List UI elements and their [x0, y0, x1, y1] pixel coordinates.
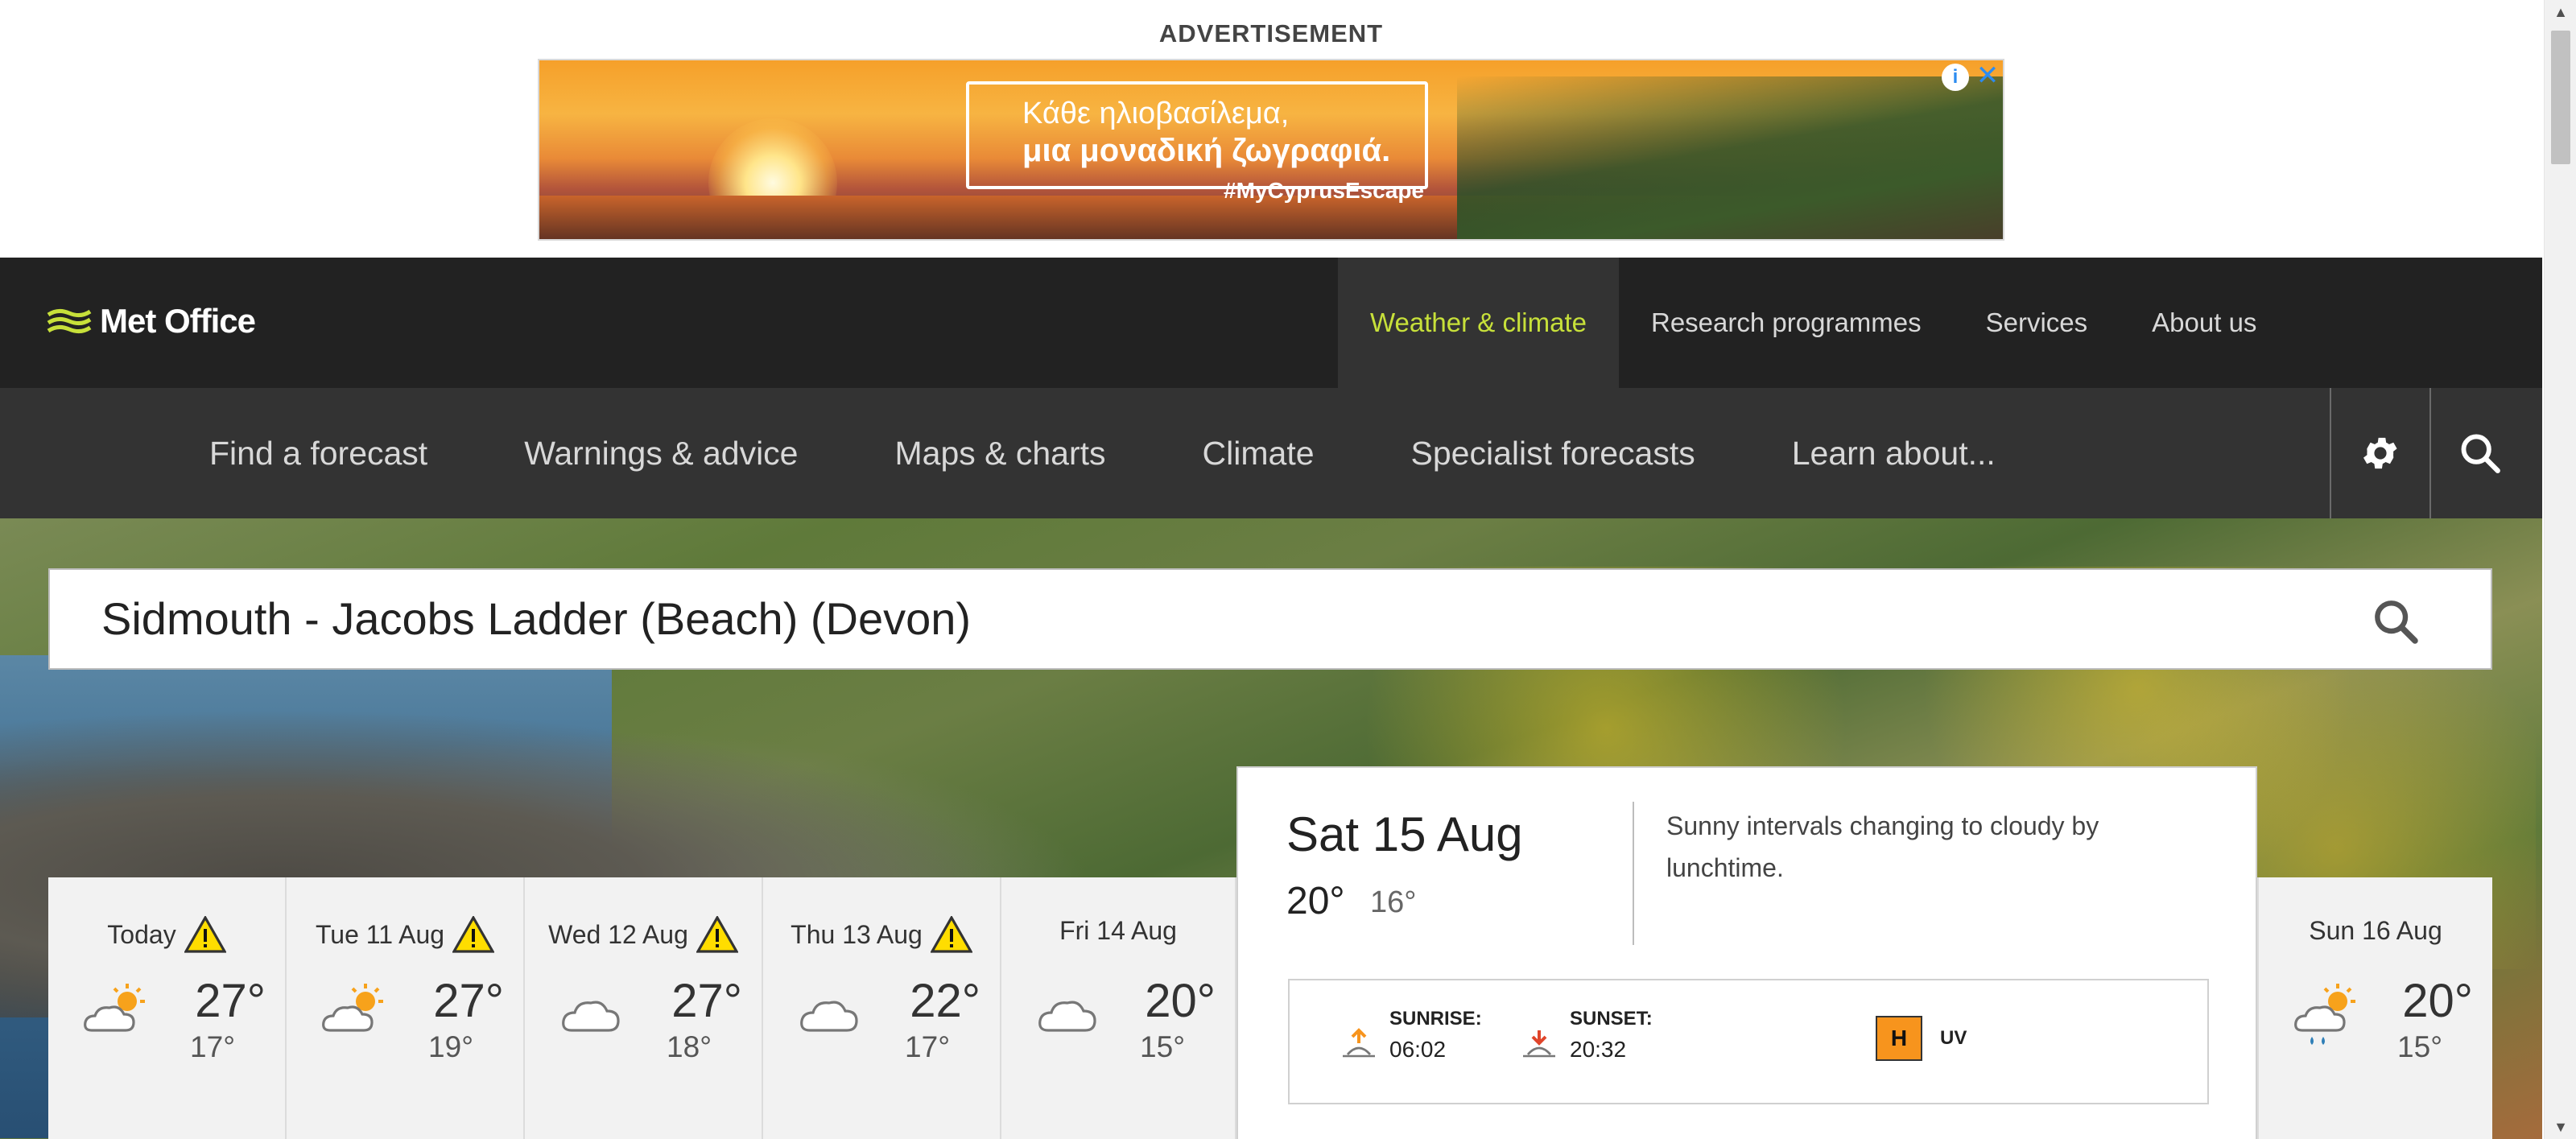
ad-headline-line1: Κάθε ηλιοβασίλεμα, [1022, 97, 1290, 130]
settings-button[interactable] [2330, 388, 2429, 518]
sunny-intervals-icon [84, 984, 145, 1032]
sunset-icon [1523, 1030, 1555, 1058]
uv-index-badge: H [1876, 1016, 1922, 1061]
location-search-value: Sidmouth - Jacobs Ladder (Beach) (Devon) [101, 593, 972, 644]
day-high-temp: 27° [195, 975, 266, 1027]
day-label: Tue 11 Aug [315, 919, 445, 949]
location-search-input[interactable]: Sidmouth - Jacobs Ladder (Beach) (Devon) [48, 568, 2492, 670]
day-tab-wed[interactable]: Wed 12 Aug 27° 18° [525, 877, 763, 1139]
page-scrollbar[interactable]: ▲ ▼ [2544, 0, 2576, 1139]
selected-day-low-temp: 16° [1370, 885, 1417, 919]
search-icon [2461, 434, 2500, 473]
warning-icon[interactable] [696, 916, 738, 953]
day-label: Sun 16 Aug [2309, 916, 2442, 945]
day-label: Wed 12 Aug [548, 919, 688, 949]
scroll-down-arrow[interactable]: ▼ [2545, 1115, 2576, 1139]
search-button[interactable] [2429, 388, 2529, 518]
selected-day-high-temp: 20° [1286, 880, 1345, 922]
day-label: Fri 14 Aug [1059, 916, 1177, 945]
search-icon[interactable] [2370, 596, 2421, 647]
day-low-temp: 18° [667, 1030, 712, 1063]
sun-uv-panel: SUNRISE: 06:02 SUNSET: 20:32 H UV [1288, 979, 2209, 1104]
top-nav: Weather & climate Research programmes Se… [1338, 258, 2289, 388]
close-icon[interactable]: ✕ [1972, 60, 2003, 91]
nav-climate[interactable]: Climate [1154, 388, 1363, 518]
top-nav-services[interactable]: Services [1954, 258, 2120, 388]
day-high-temp: 27° [433, 975, 504, 1027]
selected-day-date: Sat 15 Aug [1286, 807, 1523, 861]
ad-headline-line2: μια μοναδική ζωγραφιά. [1022, 133, 1391, 168]
top-nav-weather-climate[interactable]: Weather & climate [1338, 258, 1619, 388]
nav-warnings-advice[interactable]: Warnings & advice [476, 388, 846, 518]
ad-palm-trees-image [1457, 76, 2003, 239]
day-low-temp: 19° [428, 1030, 473, 1063]
day-tab-fri[interactable]: Fri 14 Aug 20° 15° [1001, 877, 1236, 1139]
day-low-temp: 15° [2397, 1030, 2442, 1063]
sunrise-label: SUNRISE: [1389, 1008, 1482, 1030]
warning-icon[interactable] [452, 916, 495, 953]
hero-section: Sidmouth - Jacobs Ladder (Beach) (Devon)… [0, 518, 2542, 1139]
advertisement-banner[interactable]: Κάθε ηλιοβασίλεμα, μια μοναδική ζωγραφιά… [538, 59, 2004, 241]
day-high-temp: 20° [2402, 975, 2473, 1027]
cloudy-icon [562, 1001, 620, 1032]
sunny-intervals-icon [322, 984, 383, 1032]
day-low-temp: 17° [905, 1030, 950, 1063]
selected-day-detail: Sat 15 Aug 20° 16° Sunny intervals chang… [1236, 766, 2257, 1139]
top-nav-research-programmes[interactable]: Research programmes [1619, 258, 1954, 388]
day-tab-tue[interactable]: Tue 11 Aug 27° 19° [287, 877, 525, 1139]
day-tab-today[interactable]: Today 27° 17° [48, 877, 287, 1139]
day-low-temp: 17° [190, 1030, 235, 1063]
day-tab-thu[interactable]: Thu 13 Aug 22° 17° [763, 877, 1001, 1139]
nav-find-a-forecast[interactable]: Find a forecast [161, 388, 476, 518]
day-high-temp: 22° [910, 975, 980, 1027]
warning-icon[interactable] [184, 916, 226, 953]
day-label: Today [107, 919, 176, 949]
cloudy-icon [1038, 1001, 1096, 1032]
nav-learn-about[interactable]: Learn about... [1744, 388, 2044, 518]
top-nav-about-us[interactable]: About us [2120, 258, 2289, 388]
selected-day-description: Sunny intervals changing to cloudy by lu… [1666, 811, 2099, 882]
scrollbar-thumb[interactable] [2551, 31, 2570, 164]
day-label: Thu 13 Aug [791, 919, 923, 949]
top-header: Met Office Weather & climate Research pr… [0, 258, 2542, 388]
sunny-intervals-light-rain-icon [2294, 984, 2355, 1045]
met-office-logo-icon [47, 308, 92, 334]
nav-specialist-forecasts[interactable]: Specialist forecasts [1363, 388, 1744, 518]
day-high-temp: 20° [1145, 975, 1216, 1027]
day-high-temp: 27° [671, 975, 742, 1027]
info-icon[interactable]: i [1942, 64, 1969, 91]
sunset-time: 20:32 [1570, 1037, 1627, 1062]
sunrise-time: 06:02 [1389, 1037, 1447, 1062]
scroll-up-arrow[interactable]: ▲ [2545, 0, 2576, 24]
sunrise-icon [1343, 1028, 1375, 1058]
day-low-temp: 15° [1140, 1030, 1185, 1063]
divider [1633, 802, 1634, 945]
nav-maps-charts[interactable]: Maps & charts [846, 388, 1154, 518]
secondary-nav: Find a forecast Warnings & advice Maps &… [0, 388, 2542, 518]
sunset-label: SUNSET: [1570, 1008, 1653, 1030]
uv-label: UV [1940, 1027, 1967, 1049]
day-tab-sun[interactable]: Sun 16 Aug 20° 15° [2257, 877, 2492, 1139]
met-office-logo[interactable]: Met Office [47, 301, 256, 341]
gear-icon [2363, 437, 2397, 469]
ad-hashtag: #MyCyprusEscape [1224, 178, 1425, 203]
cloudy-icon [800, 1001, 858, 1032]
warning-icon[interactable] [930, 916, 972, 953]
advertisement-label: ADVERTISEMENT [1158, 19, 1384, 47]
logo-text: Met Office [100, 302, 256, 340]
